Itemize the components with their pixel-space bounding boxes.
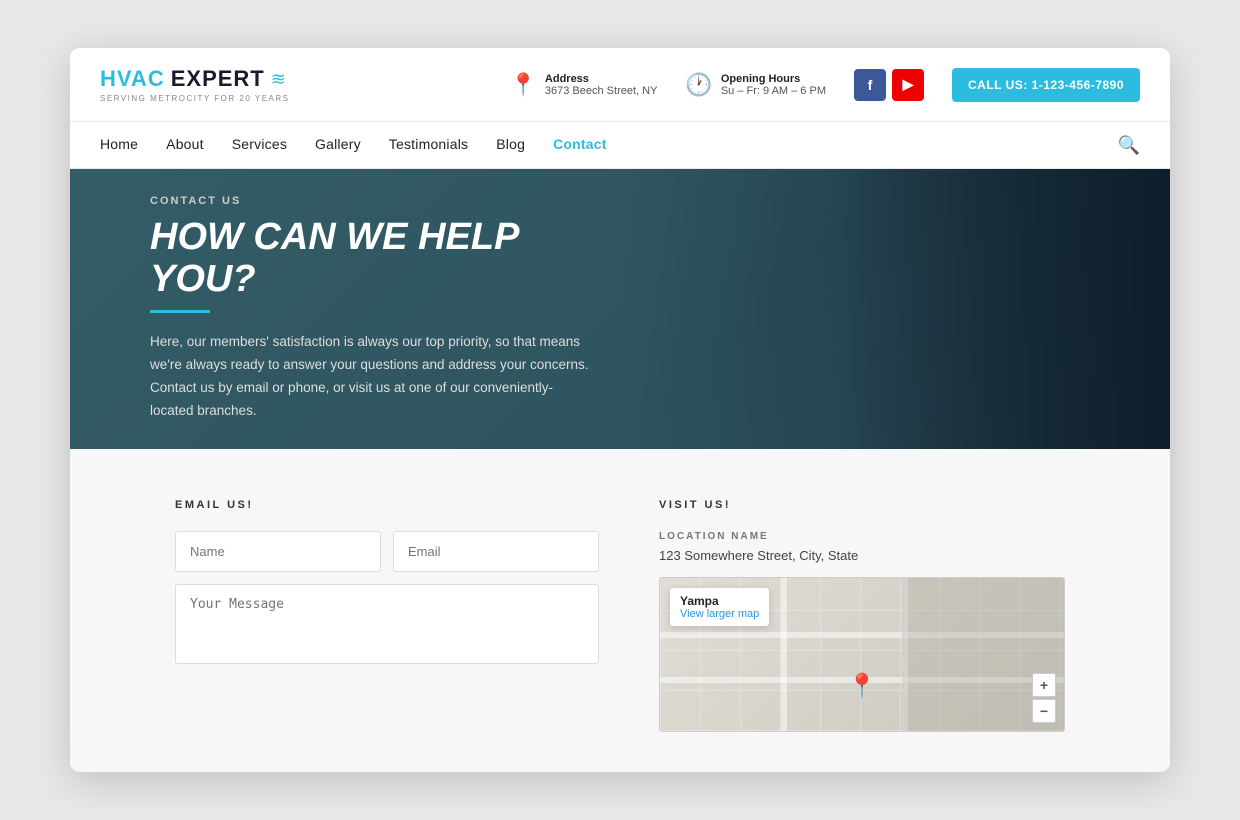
nav-blog[interactable]: Blog bbox=[496, 136, 525, 152]
nav-about[interactable]: About bbox=[166, 136, 204, 152]
youtube-button[interactable]: ▶ bbox=[892, 69, 924, 101]
call-button[interactable]: CALL US: 1-123-456-7890 bbox=[952, 68, 1140, 102]
nav-gallery[interactable]: Gallery bbox=[315, 136, 361, 152]
hero-section: CONTACT US HOW CAN WE HELP YOU? Here, ou… bbox=[70, 169, 1170, 449]
hero-label: CONTACT US bbox=[150, 195, 590, 207]
email-input[interactable] bbox=[393, 531, 599, 572]
email-form-area: EMAIL US! bbox=[175, 499, 599, 732]
map-area: VISIT US! LOCATION NAME 123 Somewhere St… bbox=[659, 499, 1065, 732]
visit-section-label: VISIT US! bbox=[659, 499, 1065, 511]
hours-value: Su – Fr: 9 AM – 6 PM bbox=[721, 85, 826, 97]
hero-title: HOW CAN WE HELP YOU? bbox=[150, 217, 590, 301]
map-popup-link[interactable]: View larger map bbox=[680, 608, 759, 620]
logo-hvac: HVAC bbox=[100, 66, 165, 92]
hero-underline bbox=[150, 310, 210, 313]
navigation: Home About Services Gallery Testimonials… bbox=[70, 122, 1170, 169]
logo: HVAC EXPERT ≋ SERVING METROCITY FOR 20 Y… bbox=[100, 66, 289, 103]
map-road-v1 bbox=[781, 578, 787, 731]
hours-label: Opening Hours bbox=[721, 73, 826, 85]
address-block: 📍 Address 3673 Beech Street, NY bbox=[510, 72, 658, 98]
content-section: EMAIL US! VISIT US! LOCATION NAME 123 So… bbox=[70, 449, 1170, 772]
form-name-email-row bbox=[175, 531, 599, 572]
clock-icon: 🕐 bbox=[685, 72, 712, 98]
nav-testimonials[interactable]: Testimonials bbox=[389, 136, 468, 152]
nav-services[interactable]: Services bbox=[232, 136, 287, 152]
site-header: HVAC EXPERT ≋ SERVING METROCITY FOR 20 Y… bbox=[70, 48, 1170, 122]
logo-subtitle: SERVING METROCITY FOR 20 YEARS bbox=[100, 94, 289, 103]
map-controls: + − bbox=[1032, 673, 1056, 723]
location-pin-icon: 📍 bbox=[510, 72, 537, 98]
nav-contact[interactable]: Contact bbox=[553, 136, 607, 152]
address-value: 3673 Beech Street, NY bbox=[545, 85, 658, 97]
hvac-icon: ≋ bbox=[271, 69, 286, 90]
location-address: 123 Somewhere Street, City, State bbox=[659, 548, 1065, 563]
search-icon[interactable]: 🔍 bbox=[1118, 135, 1140, 156]
map-popup-title: Yampa bbox=[680, 594, 759, 608]
map-container: Yampa View larger map 📍 + − bbox=[659, 577, 1065, 732]
nav-links: Home About Services Gallery Testimonials… bbox=[100, 122, 1118, 168]
nav-home[interactable]: Home bbox=[100, 136, 138, 152]
location-name-label: LOCATION NAME bbox=[659, 531, 1065, 542]
hero-overlay bbox=[840, 169, 1170, 449]
name-input[interactable] bbox=[175, 531, 381, 572]
address-label: Address bbox=[545, 73, 658, 85]
logo-expert: EXPERT bbox=[171, 66, 265, 92]
header-info: 📍 Address 3673 Beech Street, NY 🕐 Openin… bbox=[510, 68, 1141, 102]
form-section-label: EMAIL US! bbox=[175, 499, 599, 511]
map-pin-icon: 📍 bbox=[847, 672, 877, 701]
hours-block: 🕐 Opening Hours Su – Fr: 9 AM – 6 PM bbox=[685, 72, 826, 98]
hero-content: CONTACT US HOW CAN WE HELP YOU? Here, ou… bbox=[70, 169, 670, 449]
facebook-button[interactable]: f bbox=[854, 69, 886, 101]
map-zoom-out-button[interactable]: − bbox=[1032, 699, 1056, 723]
social-icons: f ▶ bbox=[854, 69, 924, 101]
hero-description: Here, our members' satisfaction is alway… bbox=[150, 331, 590, 423]
map-zoom-in-button[interactable]: + bbox=[1032, 673, 1056, 697]
message-textarea[interactable] bbox=[175, 584, 599, 664]
map-popup: Yampa View larger map bbox=[670, 588, 769, 626]
